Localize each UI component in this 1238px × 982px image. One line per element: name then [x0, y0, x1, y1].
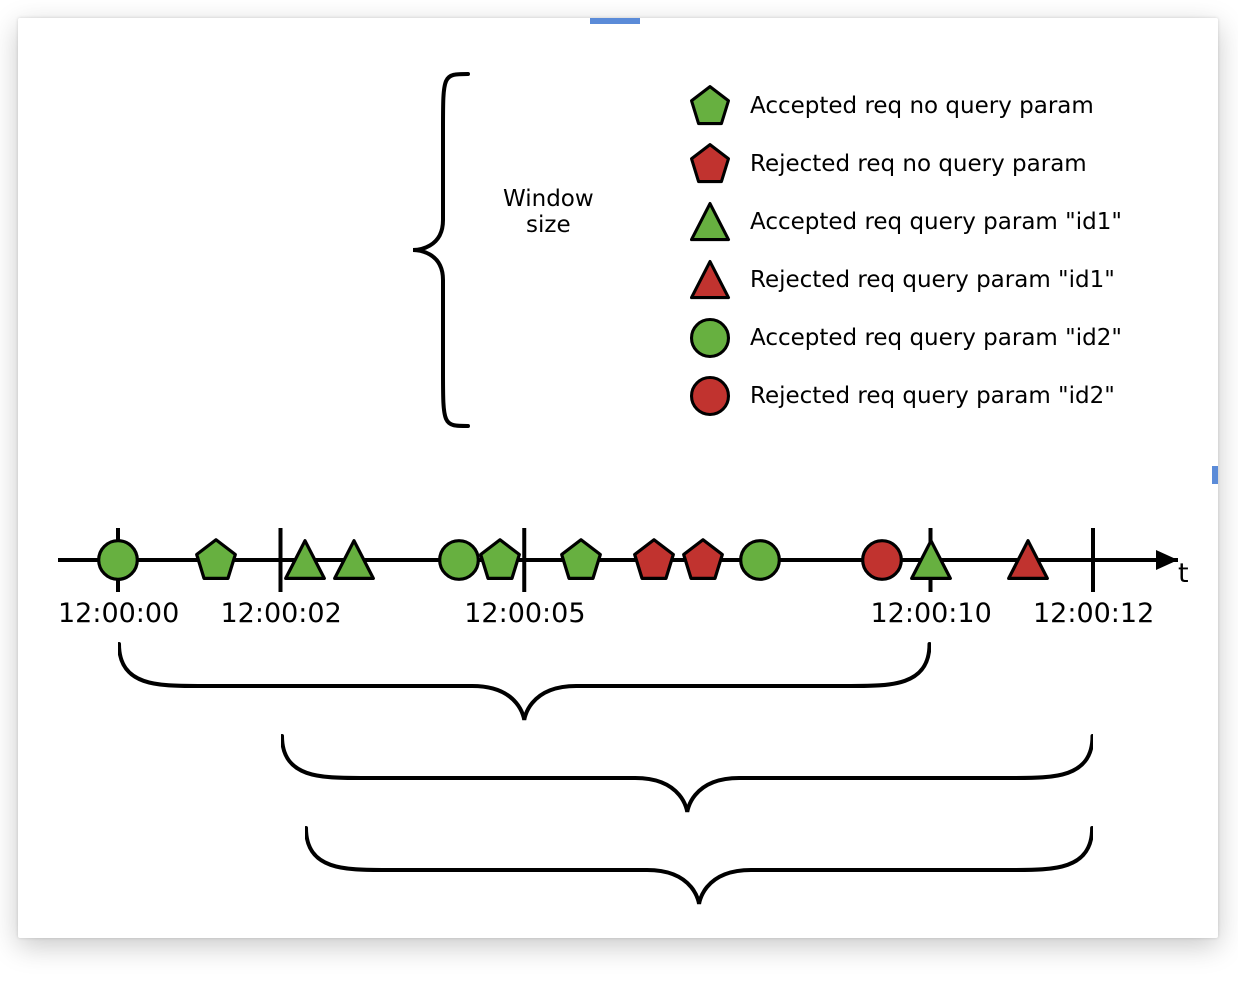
legend-label: Accepted req query param "id2" — [750, 326, 1122, 351]
triangle-icon — [688, 258, 734, 304]
timeline-pentagon-icon — [558, 537, 604, 583]
circle-icon — [688, 374, 734, 420]
pentagon-icon — [688, 142, 734, 188]
edge-accent-top — [590, 18, 640, 24]
time-tick-label: 12:00:02 — [221, 598, 342, 629]
window-size-label: Windowsize — [503, 186, 594, 239]
window-size-brace — [388, 70, 488, 430]
legend: Accepted req no query param Rejected req … — [688, 78, 1208, 426]
circle-icon — [688, 316, 734, 362]
timeline-pentagon-icon — [477, 537, 523, 583]
legend-item: Accepted req query param "id1" — [688, 194, 1208, 252]
timeline-circle-icon — [436, 537, 482, 583]
timeline-triangle-icon — [282, 537, 328, 583]
time-tick-label: 12:00:12 — [1033, 598, 1154, 629]
time-tick-label: 12:00:00 — [58, 598, 179, 629]
timeline-triangle-icon — [1005, 537, 1051, 583]
legend-label: Rejected req query param "id2" — [750, 384, 1115, 409]
legend-label: Rejected req no query param — [750, 152, 1087, 177]
legend-label: Accepted req query param "id1" — [750, 210, 1122, 235]
timeline-pentagon-icon — [193, 537, 239, 583]
legend-label: Accepted req no query param — [750, 94, 1094, 119]
time-tick-label: 12:00:05 — [464, 598, 585, 629]
legend-item: Accepted req no query param — [688, 78, 1208, 136]
timeline-circle-icon — [859, 537, 905, 583]
window-brace — [281, 734, 1094, 814]
window-brace — [305, 826, 1093, 906]
legend-item: Accepted req query param "id2" — [688, 310, 1208, 368]
timeline-pentagon-icon — [680, 537, 726, 583]
pentagon-icon — [688, 84, 734, 130]
edge-accent-right — [1212, 466, 1218, 484]
triangle-icon — [688, 200, 734, 246]
timeline-triangle-icon — [908, 537, 954, 583]
legend-item: Rejected req query param "id2" — [688, 368, 1208, 426]
timeline-circle-icon — [95, 537, 141, 583]
axis-label: t — [1178, 558, 1189, 589]
timeline-circle-icon — [737, 537, 783, 583]
time-tick-label: 12:00:10 — [871, 598, 992, 629]
window-brace — [118, 642, 931, 722]
legend-item: Rejected req query param "id1" — [688, 252, 1208, 310]
diagram-frame: Windowsize Accepted req no query param Re… — [18, 18, 1218, 938]
timeline-pentagon-icon — [631, 537, 677, 583]
legend-item: Rejected req no query param — [688, 136, 1208, 194]
timeline-triangle-icon — [331, 537, 377, 583]
legend-label: Rejected req query param "id1" — [750, 268, 1115, 293]
